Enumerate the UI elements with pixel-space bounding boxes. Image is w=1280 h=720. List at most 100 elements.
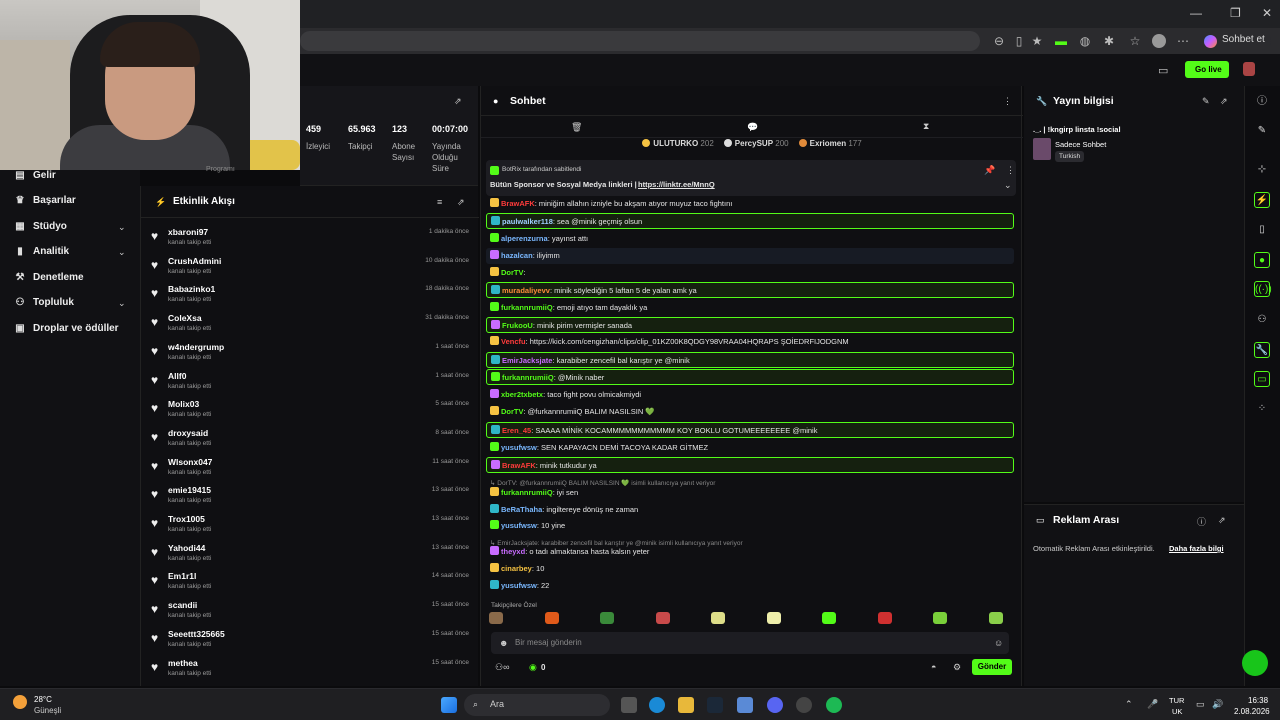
- top-gifter[interactable]: ULUTURKO 202: [642, 139, 714, 148]
- broadcast-icon[interactable]: ((·)): [1254, 281, 1272, 297]
- chat-username[interactable]: DorTV: [501, 407, 524, 416]
- chat-message[interactable]: alperenzurna: yayınst attı: [486, 231, 1014, 247]
- chat-username[interactable]: EmirJacksjate: [502, 356, 552, 365]
- chat-username[interactable]: Vencfu: [501, 337, 526, 346]
- sidebar-item-studyo[interactable]: ▦ Stüdyo: [15, 221, 67, 232]
- learn-more-link[interactable]: Daha fazla bilgi: [1169, 544, 1224, 553]
- top-gifter[interactable]: PercySUP 200: [723, 139, 789, 148]
- reader-icon[interactable]: ▯: [1012, 34, 1026, 48]
- chat-message[interactable]: cinarbey: 10: [486, 561, 1014, 577]
- list-item[interactable]: ♥ scandii kanalı takip etti 15 saat önce: [151, 597, 471, 625]
- chat-username[interactable]: muradaliyevv: [502, 286, 550, 295]
- keyboard-layout[interactable]: UK: [1172, 707, 1182, 716]
- zoom-icon[interactable]: ⊖: [992, 34, 1006, 48]
- pinned-link[interactable]: https://linktr.ee/MnnQ: [638, 180, 715, 189]
- dashboard-icon[interactable]: ▭: [1158, 64, 1168, 77]
- avatar[interactable]: [1243, 62, 1255, 76]
- language-indicator[interactable]: TUR: [1169, 696, 1184, 705]
- pin-icon[interactable]: 📌: [984, 165, 995, 176]
- sidebar-item-droplar[interactable]: ▣ Droplar ve ödüller: [15, 323, 118, 334]
- speech-icon[interactable]: 💬: [747, 122, 758, 133]
- chat-username[interactable]: theyxd: [501, 547, 525, 556]
- clock-time[interactable]: 16:38: [1248, 696, 1268, 705]
- chat-username[interactable]: xber2txbetx: [501, 390, 543, 399]
- weather-icon[interactable]: [13, 695, 27, 709]
- chat-message[interactable]: Eren_45: SAAAA MİNİK KOCAMMMMMMMMMMM KOY…: [486, 422, 1014, 438]
- emote-icon[interactable]: [877, 612, 892, 624]
- chat-username[interactable]: Eren_45: [502, 426, 531, 435]
- address-bar[interactable]: [300, 31, 980, 51]
- emoji-icon[interactable]: ☺: [994, 638, 1003, 648]
- info-icon[interactable]: ⓘ: [1197, 515, 1206, 528]
- steam-icon[interactable]: [707, 697, 723, 713]
- list-item[interactable]: ♥ Allf0 kanalı takip etti 1 saat önce: [151, 368, 471, 396]
- windows-start-icon[interactable]: [441, 697, 457, 713]
- list-item[interactable]: ♥ w4ndergrump kanalı takip etti 1 saat önce: [151, 339, 471, 367]
- clipboard-icon[interactable]: ▯: [1254, 222, 1270, 238]
- chat-message[interactable]: DorTV: @furkannrumiiQ BALIM NASILSIN 💚: [486, 404, 1014, 420]
- list-item[interactable]: ♥ methea kanalı takip etti 15 saat önce: [151, 655, 471, 683]
- chat-message[interactable]: yusufwsw: SEN KAPAYACN DEMİ TACOYA KADAR…: [486, 440, 1014, 456]
- emote-icon[interactable]: [655, 612, 670, 624]
- floating-action-button[interactable]: [1242, 650, 1268, 676]
- chat-message[interactable]: BeRaThaha: ingiltereye dönüş ne zaman: [486, 502, 1014, 518]
- volume-icon[interactable]: 🔊: [1212, 699, 1223, 710]
- list-item[interactable]: ♥ Yahodi44 kanalı takip etti 13 saat önce: [151, 540, 471, 568]
- chevron-down-icon[interactable]: ⌄: [118, 298, 126, 309]
- chat-username[interactable]: cinarbey: [501, 564, 532, 573]
- emote-icon[interactable]: [766, 612, 781, 624]
- popout-icon[interactable]: ⇗: [1218, 515, 1226, 526]
- sidebar-item-analitik[interactable]: ▮ Analitik: [15, 246, 69, 257]
- crosshair-icon[interactable]: ⊹: [1254, 162, 1270, 178]
- sidebar-item-basarilar[interactable]: ♛ Başarılar: [15, 195, 76, 206]
- apps-icon[interactable]: ⁘: [1254, 401, 1270, 417]
- gear-icon[interactable]: ⚙: [953, 662, 961, 673]
- edge-icon[interactable]: [649, 697, 665, 713]
- maximize-icon[interactable]: ❐: [1230, 6, 1241, 20]
- extension-icon[interactable]: ◍: [1078, 34, 1092, 48]
- chat-username[interactable]: DorTV: [501, 268, 524, 277]
- chat-input[interactable]: ☻ Bir mesaj gönderin ☺: [491, 632, 1009, 654]
- timer-icon[interactable]: ⧗: [923, 121, 929, 132]
- chat-message[interactable]: FrukooU: minik pirim vermişler sanada: [486, 317, 1014, 333]
- copilot-chat-button[interactable]: Sohbet et: [1200, 32, 1271, 50]
- profile-icon[interactable]: [1152, 34, 1166, 48]
- chat-message[interactable]: yusufwsw: 10 yine: [486, 518, 1014, 534]
- top-gifter[interactable]: Exriomen 177: [798, 139, 862, 148]
- obs-icon[interactable]: [796, 697, 812, 713]
- chat-message[interactable]: xber2txbetx: taco fight povu olmicakmiyd…: [486, 387, 1014, 403]
- task-view-icon[interactable]: [621, 697, 637, 713]
- more-vertical-icon[interactable]: ⋮: [1003, 96, 1012, 107]
- chat-username[interactable]: BeRaThaha: [501, 505, 542, 514]
- points-icon[interactable]: ◉: [529, 662, 537, 673]
- chat-username[interactable]: yusufwsw: [501, 443, 537, 452]
- chat-message[interactable]: EmirJacksjate: karabiber zencefil bal ka…: [486, 352, 1014, 368]
- emote-icon[interactable]: [822, 612, 836, 624]
- emote-icon[interactable]: [544, 612, 559, 624]
- chat-message[interactable]: paulwalker118: sea @minik geçmiş olsun: [486, 213, 1014, 229]
- chat-message[interactable]: Vencfu: https://kick.com/cengizhan/clips…: [486, 334, 1014, 350]
- taskbar-search[interactable]: ⌕ Ara: [464, 694, 610, 716]
- bot-icon[interactable]: ⚇∞: [495, 662, 509, 673]
- spotify-icon[interactable]: [826, 697, 842, 713]
- more-vertical-icon[interactable]: ⋮: [1006, 165, 1015, 176]
- tv-icon[interactable]: ▭: [1254, 371, 1270, 387]
- chat-username[interactable]: alperenzurna: [501, 234, 548, 243]
- chat-username[interactable]: BrawAFK: [502, 461, 536, 470]
- chevron-down-icon[interactable]: ⌄: [118, 247, 126, 258]
- list-item[interactable]: ♥ droxysaid kanalı takip etti 8 saat önce: [151, 425, 471, 453]
- list-item[interactable]: ♥ Babazinko1 kanalı takip etti 18 dakika ön…: [151, 281, 471, 309]
- emote-icon[interactable]: [988, 612, 1003, 624]
- chevron-down-icon[interactable]: ⌄: [118, 222, 126, 233]
- pinned-message[interactable]: BotRix tarafından sabitlendi Bütün Spons…: [486, 160, 1016, 196]
- chat-message[interactable]: BrawAFK: miniğim allahın izniyle bu akşa…: [486, 196, 1014, 212]
- chat-bubble-icon[interactable]: ◓: [931, 662, 936, 672]
- chat-username[interactable]: furkannrumiiQ: [501, 303, 553, 312]
- filter-icon[interactable]: ≡: [437, 197, 442, 207]
- edit-icon[interactable]: ✎: [1254, 123, 1270, 139]
- list-item[interactable]: ♥ ColeXsa kanalı takip etti 31 dakika önce: [151, 310, 471, 338]
- chat-message[interactable]: furkannrumiiQ: iyi sen: [486, 485, 1014, 501]
- chat-username[interactable]: FrukooU: [502, 321, 533, 330]
- go-live-button[interactable]: Go live: [1185, 61, 1229, 78]
- list-item[interactable]: ♥ emie19415 kanalı takip etti 13 saat önce: [151, 482, 471, 510]
